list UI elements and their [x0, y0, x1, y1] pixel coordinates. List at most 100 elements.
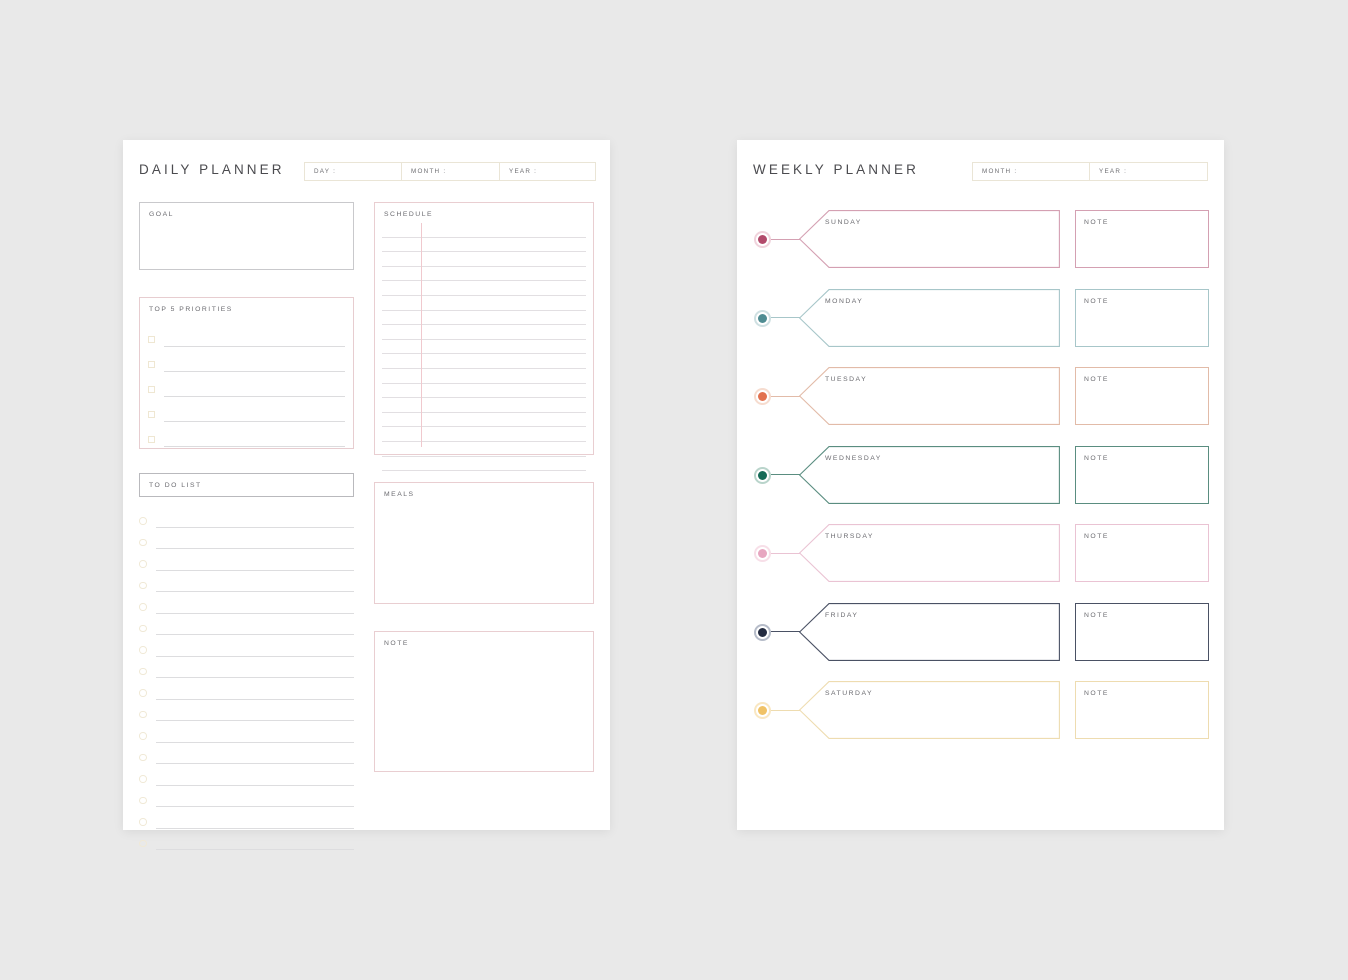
schedule-line[interactable]: [382, 252, 586, 267]
todo-row[interactable]: [139, 657, 354, 678]
marker-connector-line: [771, 552, 800, 554]
circle-checkbox-icon[interactable]: [139, 538, 147, 546]
schedule-line[interactable]: [382, 325, 586, 340]
schedule-line[interactable]: [382, 427, 586, 442]
day-tag-monday[interactable]: MONDAY: [799, 288, 1060, 347]
weekly-note-box-wednesday[interactable]: NOTE: [1075, 445, 1209, 504]
day-tag-sunday[interactable]: SUNDAY: [799, 210, 1060, 268]
day-label: MONDAY: [825, 297, 864, 305]
circle-checkbox-icon[interactable]: [139, 624, 147, 632]
checkbox-icon[interactable]: [148, 411, 155, 418]
day-marker-saturday: [754, 702, 771, 719]
todo-row[interactable]: [139, 635, 354, 657]
day-field[interactable]: DAY :: [304, 162, 402, 181]
day-tag-thursday[interactable]: THURSDAY: [799, 524, 1060, 582]
todo-row[interactable]: [139, 829, 354, 850]
daily-right-column: SCHEDULE MEALS NOTE: [374, 202, 594, 772]
todo-row[interactable]: [139, 700, 354, 721]
todo-row[interactable]: [139, 592, 354, 614]
schedule-line[interactable]: [382, 296, 586, 311]
circle-checkbox-icon[interactable]: [139, 732, 147, 740]
todo-row[interactable]: [139, 807, 354, 829]
daily-note-box[interactable]: NOTE: [374, 631, 594, 772]
circle-checkbox-icon[interactable]: [139, 839, 147, 847]
goal-box[interactable]: GOAL: [139, 202, 354, 270]
priority-row[interactable]: [148, 347, 345, 372]
schedule-line[interactable]: [382, 311, 586, 326]
schedule-line[interactable]: [382, 413, 586, 428]
weekly-month-field[interactable]: MONTH :: [972, 162, 1090, 181]
checkbox-icon[interactable]: [148, 436, 155, 443]
year-field[interactable]: YEAR :: [500, 162, 596, 181]
month-field-label: MONTH :: [411, 168, 447, 175]
priority-row[interactable]: [148, 322, 345, 347]
weekly-note-box-saturday[interactable]: NOTE: [1075, 681, 1209, 739]
day-marker-tuesday: [754, 388, 771, 405]
goal-label: GOAL: [149, 211, 174, 218]
priority-row[interactable]: [148, 372, 345, 397]
circle-checkbox-icon[interactable]: [139, 517, 147, 525]
circle-checkbox-icon[interactable]: [139, 581, 147, 589]
priority-row[interactable]: [148, 422, 345, 447]
checkbox-icon[interactable]: [148, 361, 155, 368]
todo-row[interactable]: [139, 549, 354, 571]
todo-row[interactable]: [139, 614, 354, 635]
meals-box[interactable]: MEALS: [374, 482, 594, 604]
schedule-line[interactable]: [382, 340, 586, 355]
circle-checkbox-icon[interactable]: [139, 753, 147, 761]
todo-write-line: [155, 741, 354, 743]
circle-checkbox-icon[interactable]: [139, 818, 147, 826]
circle-checkbox-icon[interactable]: [139, 710, 147, 718]
schedule-line[interactable]: [382, 281, 586, 296]
month-field[interactable]: MONTH :: [402, 162, 500, 181]
day-marker-friday: [754, 623, 771, 641]
todo-row[interactable]: [139, 721, 354, 743]
todo-row[interactable]: [139, 678, 354, 700]
top-priorities-box[interactable]: TOP 5 PRIORITIES: [139, 297, 354, 449]
todo-row[interactable]: [139, 571, 354, 592]
circle-checkbox-icon[interactable]: [139, 646, 147, 654]
checkbox-icon[interactable]: [148, 386, 155, 393]
day-tag-saturday[interactable]: SATURDAY: [799, 681, 1060, 739]
circle-checkbox-icon[interactable]: [139, 689, 147, 697]
weekly-year-field[interactable]: YEAR :: [1090, 162, 1208, 181]
weekly-page-title: WEEKLY PLANNER: [753, 162, 919, 177]
schedule-line[interactable]: [382, 369, 586, 384]
priority-row[interactable]: [148, 397, 345, 422]
circle-checkbox-icon[interactable]: [139, 796, 147, 804]
weekly-note-box-monday[interactable]: NOTE: [1075, 288, 1209, 347]
todo-row[interactable]: [139, 786, 354, 807]
weekly-note-box-friday[interactable]: NOTE: [1075, 602, 1209, 661]
schedule-line[interactable]: [382, 223, 586, 238]
year-field-label: YEAR :: [509, 168, 538, 175]
schedule-line[interactable]: [382, 398, 586, 413]
todo-row[interactable]: [139, 506, 354, 528]
todo-write-line: [155, 698, 354, 700]
weekly-note-box-tuesday[interactable]: NOTE: [1075, 367, 1209, 425]
todo-row[interactable]: [139, 528, 354, 549]
schedule-line[interactable]: [382, 457, 586, 472]
todo-rows: [139, 506, 354, 850]
day-tag-wednesday[interactable]: WEDNESDAY: [799, 445, 1060, 504]
todo-write-line: [155, 806, 354, 807]
day-tag-friday[interactable]: FRIDAY: [799, 602, 1060, 661]
schedule-line[interactable]: [382, 267, 586, 282]
day-label: TUESDAY: [825, 376, 868, 383]
todo-row[interactable]: [139, 743, 354, 764]
todo-row[interactable]: [139, 764, 354, 786]
circle-checkbox-icon[interactable]: [139, 775, 147, 783]
schedule-box[interactable]: SCHEDULE: [374, 202, 594, 472]
day-tag-tuesday[interactable]: TUESDAY: [799, 367, 1060, 425]
todo-list-header[interactable]: TO DO LIST: [139, 473, 354, 497]
schedule-line[interactable]: [382, 238, 586, 253]
checkbox-icon[interactable]: [148, 336, 155, 343]
circle-checkbox-icon[interactable]: [139, 667, 147, 675]
weekly-note-box-thursday[interactable]: NOTE: [1075, 524, 1209, 582]
circle-checkbox-icon[interactable]: [139, 603, 147, 611]
weekly-note-box-sunday[interactable]: NOTE: [1075, 210, 1209, 268]
schedule-line[interactable]: [382, 442, 586, 457]
circle-checkbox-icon[interactable]: [139, 560, 147, 568]
schedule-line[interactable]: [382, 354, 586, 369]
weekly-day-row: SATURDAY NOTE: [737, 673, 1224, 752]
schedule-line[interactable]: [382, 384, 586, 399]
